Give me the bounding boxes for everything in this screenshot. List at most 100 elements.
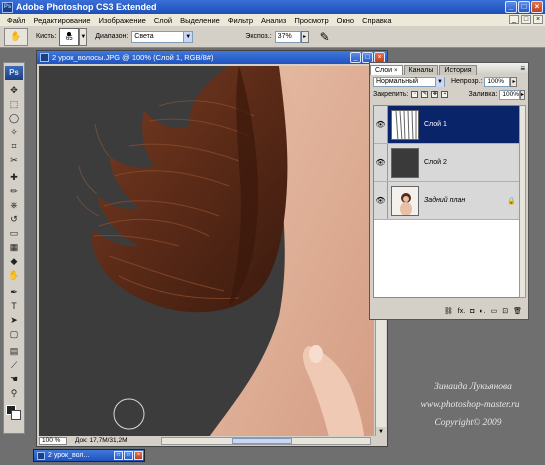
minimize-button[interactable]: _ [505,1,517,13]
menu-filter[interactable]: Фильтр [224,16,257,25]
fill-slider-button[interactable]: ▸ [519,89,525,100]
magic-wand-tool-icon[interactable]: ✧ [5,126,23,139]
document-icon [40,53,49,62]
pen-tool-icon[interactable]: ✒ [5,286,23,299]
menu-select[interactable]: Выделение [176,16,224,25]
trash-icon[interactable]: 🗑 [513,307,522,315]
layer-name[interactable]: Слой 2 [424,159,447,166]
photoshop-app-icon: Ps [2,1,13,13]
link-layers-icon[interactable]: ⛓ [444,307,453,315]
watermark-site: www.photoshop-master.ru [420,400,520,410]
layer-row-background[interactable]: 👁 Задний план 🔒 [374,182,520,220]
menu-view[interactable]: Просмотр [290,16,332,25]
layer-name[interactable]: Слой 1 [424,121,447,128]
menu-file[interactable]: Файл [3,16,29,25]
doc-minimize-button[interactable]: _ [509,15,519,24]
burn-tool-icon[interactable]: ✋ [5,269,23,282]
adjustment-layer-icon[interactable]: ◐. [479,308,485,315]
lock-all-icon[interactable]: ▪ [441,91,449,98]
layers-scrollbar[interactable] [519,105,526,298]
color-swatches[interactable] [5,404,23,422]
app-title: Adobe Photoshop CS3 Extended [16,2,157,12]
visibility-eye-icon[interactable]: 👁 [374,106,388,143]
doc-close-button[interactable]: × [533,15,543,24]
maximize-button[interactable]: □ [124,451,133,460]
slice-tool-icon[interactable]: ✂ [5,154,23,167]
blend-mode-select[interactable]: Нормальный ▼ [373,76,445,87]
move-tool-icon[interactable]: ✥ [5,84,23,97]
eyedropper-tool-icon[interactable]: ⟋ [5,359,23,372]
zoom-level-field[interactable]: 100 % [39,436,67,445]
menu-image[interactable]: Изображение [95,16,150,25]
exposure-input[interactable]: 37% [274,30,301,43]
image-canvas[interactable] [39,66,374,437]
lock-transparency-icon[interactable]: ▫ [411,91,419,98]
hand-tool-icon[interactable]: ☚ [5,373,23,386]
panel-menu-icon[interactable]: ≡ [520,64,525,73]
maximize-button[interactable]: □ [518,1,530,13]
tab-layers[interactable]: Слои × [370,65,403,75]
airbrush-icon[interactable]: ✎ [317,29,333,45]
new-group-icon[interactable]: ▭ [491,307,498,315]
minimized-document[interactable]: 2 урок_вол... □ □ × [33,449,145,462]
eraser-tool-icon[interactable]: ▭ [5,227,23,240]
close-button[interactable]: × [531,1,543,13]
tool-preset-picker[interactable]: ✋ [4,27,28,46]
brush-size-value: 65 [65,35,73,42]
blur-tool-icon[interactable]: ◆ [5,255,23,268]
restore-button[interactable]: □ [114,451,123,460]
shape-tool-icon[interactable]: ▢ [5,328,23,341]
photo-artwork [39,66,374,437]
visibility-eye-icon[interactable]: 👁 [374,182,388,219]
blend-mode-value: Нормальный [376,78,419,85]
menu-help[interactable]: Справка [358,16,395,25]
layer-style-icon[interactable]: fx. [458,308,465,315]
document-title-bar[interactable]: 2 урок_волосы.JPG @ 100% (Слой 1, RGB/8#… [37,51,387,64]
opacity-slider-button[interactable]: ▸ [510,76,518,87]
history-brush-tool-icon[interactable]: ↺ [5,213,23,226]
gradient-tool-icon[interactable]: ▦ [5,241,23,254]
menu-edit[interactable]: Редактирование [29,16,94,25]
fill-input[interactable]: 100% [499,89,520,100]
exposure-slider-button[interactable]: ▸ [300,30,309,43]
lock-position-icon[interactable]: ✥ [431,91,439,98]
document-window: 2 урок_волосы.JPG @ 100% (Слой 1, RGB/8#… [36,50,388,447]
brush-preset-picker[interactable]: 65 [59,27,80,46]
healing-brush-tool-icon[interactable]: ✚ [5,171,23,184]
close-button[interactable]: × [134,451,143,460]
document-minimize-button[interactable]: _ [350,52,361,63]
layer-row-layer2[interactable]: 👁 Слой 2 [374,144,520,182]
lasso-tool-icon[interactable]: ◯ [5,112,23,125]
menu-window[interactable]: Окно [333,16,358,25]
horizontal-scroll-thumb[interactable] [232,437,292,444]
exposure-label: Экспоз.: [245,33,272,40]
clone-stamp-tool-icon[interactable]: ⎈ [5,199,23,212]
layer-name[interactable]: Задний план [424,197,465,204]
notes-tool-icon[interactable]: ▤ [5,345,23,358]
menu-analysis[interactable]: Анализ [257,16,290,25]
background-color-swatch[interactable] [11,410,21,420]
brush-tool-icon[interactable]: ✏ [5,185,23,198]
brush-dropdown-button[interactable]: ▼ [79,27,88,46]
document-size-info[interactable]: Док: 17,7M/31,2M [75,437,157,444]
opacity-input[interactable]: 100% [484,76,511,87]
close-icon[interactable]: × [394,68,398,74]
lock-options: ▫ ✎ ✥ ▪ [411,91,449,98]
marquee-tool-icon[interactable]: ⬚ [5,98,23,111]
type-tool-icon[interactable]: T [5,300,23,313]
path-selection-tool-icon[interactable]: ➤ [5,314,23,327]
range-select[interactable]: Света ▼ [131,30,194,43]
doc-restore-button[interactable]: □ [521,15,531,24]
layer-mask-icon[interactable]: ◘ [470,308,474,315]
crop-tool-icon[interactable]: ⌗ [5,140,23,153]
layers-panel: Слои × Каналы История ≡ Нормальный ▼ Непр… [369,62,529,320]
tab-channels[interactable]: Каналы [403,65,439,75]
menu-layer[interactable]: Слой [150,16,176,25]
layer-row-layer1[interactable]: 👁 Слой 1 [374,106,520,144]
visibility-eye-icon[interactable]: 👁 [374,144,388,181]
zoom-tool-icon[interactable]: ⚲ [5,387,23,400]
lock-pixels-icon[interactable]: ✎ [421,91,429,98]
horizontal-scrollbar[interactable] [161,436,371,445]
new-layer-icon[interactable]: ⊡ [502,307,508,315]
tab-history[interactable]: История [439,65,477,75]
